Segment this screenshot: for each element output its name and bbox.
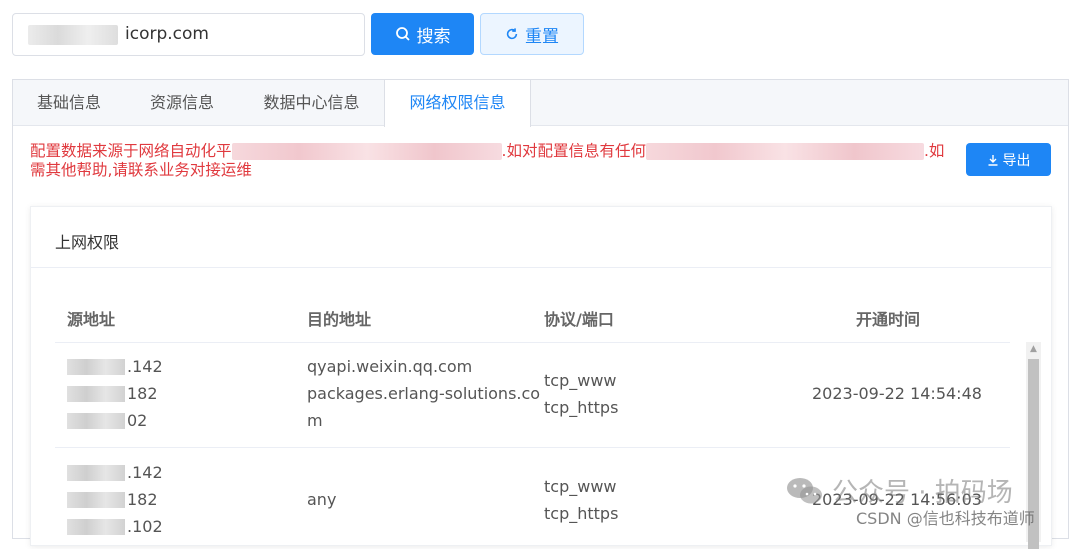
masked-ip [67,464,125,481]
masked-ip [67,412,125,429]
masked-ip [67,385,125,402]
tab-basic-info[interactable]: 基础信息 [13,80,125,126]
masked-ip [67,518,125,535]
column-header-source: 源地址 [67,310,116,329]
watermark: 公众号 · 拍码场 [786,472,1013,509]
table-row-1-source: .142 182 02 [67,353,163,434]
search-button-label: 搜索 [416,26,451,47]
tab-bar: 基础信息 资源信息 数据中心信息 网络权限信息 [13,80,1068,127]
notice-part-1: 配置数据来源于网络自动化平 [30,142,232,160]
row-separator [55,342,1010,343]
reset-button-label: 重置 [525,26,559,47]
column-header-protocol: 协议/端口 [544,310,614,329]
search-bar: icorp.com 搜索 重置 [0,0,1080,70]
masked-text [28,25,118,45]
export-button-label: 导出 [1002,152,1031,169]
masked-text [645,143,924,160]
tab-network-permission[interactable]: 网络权限信息 [384,80,531,127]
wechat-icon [787,477,822,503]
column-header-destination: 目的地址 [307,310,372,329]
table-row-1-destination: qyapi.weixin.qq.com packages.erlang-solu… [307,357,541,430]
table-row-1-time: 2023-09-22 14:54:48 [812,384,982,403]
reset-button[interactable]: 重置 [480,13,584,55]
masked-ip [67,491,125,508]
notice-line-2: 需其他帮助,请联系业务对接运维 [30,161,252,179]
search-button[interactable]: 搜索 [371,13,474,55]
masked-text [231,143,502,160]
export-button[interactable]: 导出 [966,143,1051,176]
tab-datacenter-info[interactable]: 数据中心信息 [239,80,384,126]
scroll-up-arrow-icon[interactable]: ▲ [1026,342,1041,357]
refresh-icon [506,28,518,40]
table-row-2-destination: any [307,490,337,509]
notice-part-3: .如 [923,142,945,160]
table-row-2-source: .142 182 .102 [67,459,163,540]
tab-resource-info[interactable]: 资源信息 [125,80,239,126]
row-separator [55,447,1010,448]
masked-ip [67,358,125,375]
detail-panel: 基础信息 资源信息 数据中心信息 网络权限信息 配置数据来源于网络自动化平 .如对… [12,79,1069,549]
table-row-2-protocol: tcp_www tcp_https [544,477,619,523]
search-input-value: icorp.com [125,24,209,44]
notice-text: 配置数据来源于网络自动化平 .如对配置信息有任何 .如 需其他帮助,请联系业务对接运… [30,142,965,180]
table-row-1-protocol: tcp_www tcp_https [544,371,619,417]
watermark-text: 公众号 · 拍码场 [832,478,1013,508]
search-icon [395,27,410,41]
csdn-watermark: CSDN @信也科技布道师 [856,509,1035,528]
card-title: 上网权限 [55,233,120,252]
notice-part-2: .如对配置信息有任何 [501,142,646,160]
divider [31,267,1051,268]
download-icon [988,154,997,166]
column-header-open-time: 开通时间 [856,310,921,329]
